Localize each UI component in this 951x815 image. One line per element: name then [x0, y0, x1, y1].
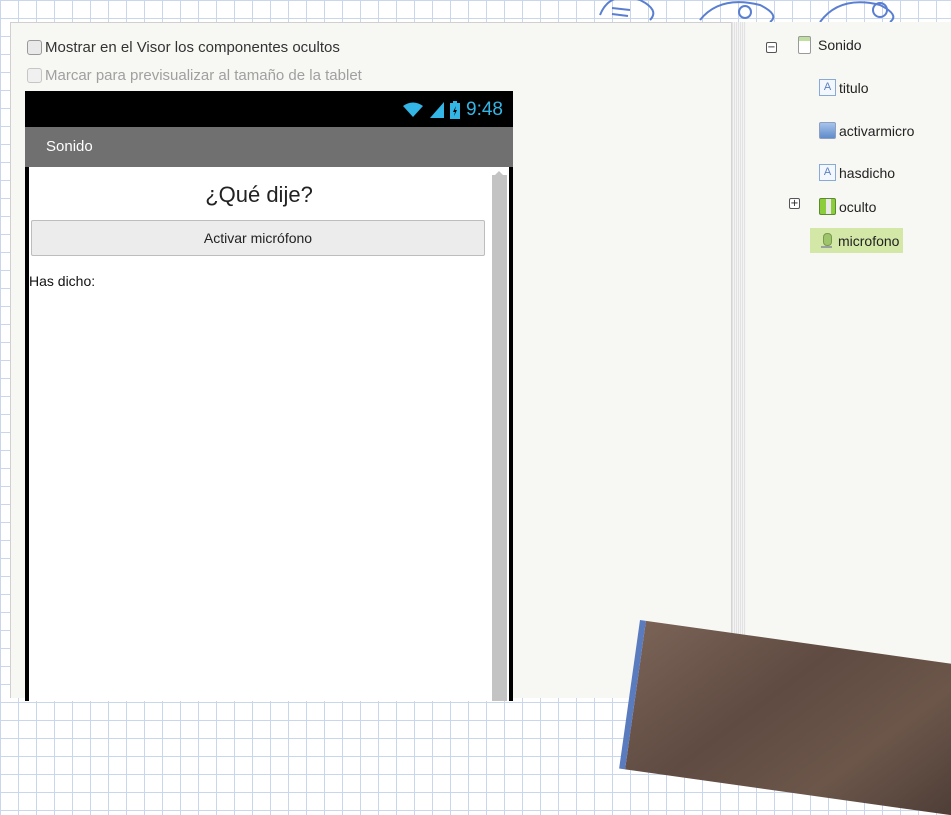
tree-item-root[interactable]: Sonido: [798, 36, 862, 54]
tree-item-label: titulo: [839, 79, 869, 96]
tree-item-hasdicho[interactable]: A hasdicho: [819, 164, 895, 181]
status-clock: 9:48: [466, 99, 503, 120]
expand-oculto-icon[interactable]: +: [789, 198, 800, 209]
tree-item-oculto[interactable]: oculto: [819, 198, 876, 215]
button-icon: [819, 122, 836, 139]
show-hidden-checkbox[interactable]: [27, 40, 42, 55]
status-bar: 9:48: [25, 91, 513, 127]
components-tree: − Sonido A titulo activarmicro A hasdich…: [746, 22, 951, 697]
label-icon: A: [819, 164, 836, 181]
arrangement-icon: [819, 198, 836, 215]
show-hidden-label: Mostrar en el Visor los componentes ocul…: [45, 39, 340, 56]
tree-item-label: activarmicro: [839, 122, 915, 139]
show-hidden-option[interactable]: Mostrar en el Visor los componentes ocul…: [27, 39, 340, 56]
viewer-panel: Mostrar en el Visor los componentes ocul…: [10, 22, 732, 701]
hasdicho-label: Has dicho:: [29, 273, 96, 289]
wifi-icon: [403, 102, 424, 117]
tablet-preview-checkbox[interactable]: [27, 68, 42, 83]
phone-preview: 9:48 Sonido ¿Qué dije? Activar micrófono…: [25, 91, 513, 701]
label-icon: A: [819, 79, 836, 96]
microphone-icon: [818, 232, 835, 249]
tree-item-microfono[interactable]: microfono: [810, 228, 904, 253]
phone-screen: ¿Qué dije? Activar micrófono Has dicho:: [29, 167, 509, 701]
screen-title-bar: Sonido: [25, 127, 513, 167]
screen-scrollbar[interactable]: [492, 175, 507, 701]
screen-title: Sonido: [46, 138, 93, 155]
tree-item-activarmicro[interactable]: activarmicro: [819, 122, 914, 139]
collapse-root-icon[interactable]: −: [766, 42, 777, 53]
tree-item-label: microfono: [838, 232, 900, 249]
tree-item-label: hasdicho: [839, 164, 896, 181]
screen-icon: [798, 36, 811, 54]
tablet-preview-label: Marcar para previsualizar al tamaño de l…: [45, 67, 362, 84]
battery-icon: [450, 101, 461, 119]
panel-splitter[interactable]: [731, 22, 747, 697]
tree-item-titulo[interactable]: A titulo: [819, 79, 869, 96]
tree-item-label: oculto: [839, 198, 877, 215]
tree-item-label: Sonido: [818, 37, 862, 53]
titulo-label: ¿Qué dije?: [205, 182, 313, 207]
tablet-preview-option[interactable]: Marcar para previsualizar al tamaño de l…: [27, 67, 362, 84]
activate-mic-button[interactable]: Activar micrófono: [31, 220, 485, 256]
signal-icon: [430, 102, 445, 118]
